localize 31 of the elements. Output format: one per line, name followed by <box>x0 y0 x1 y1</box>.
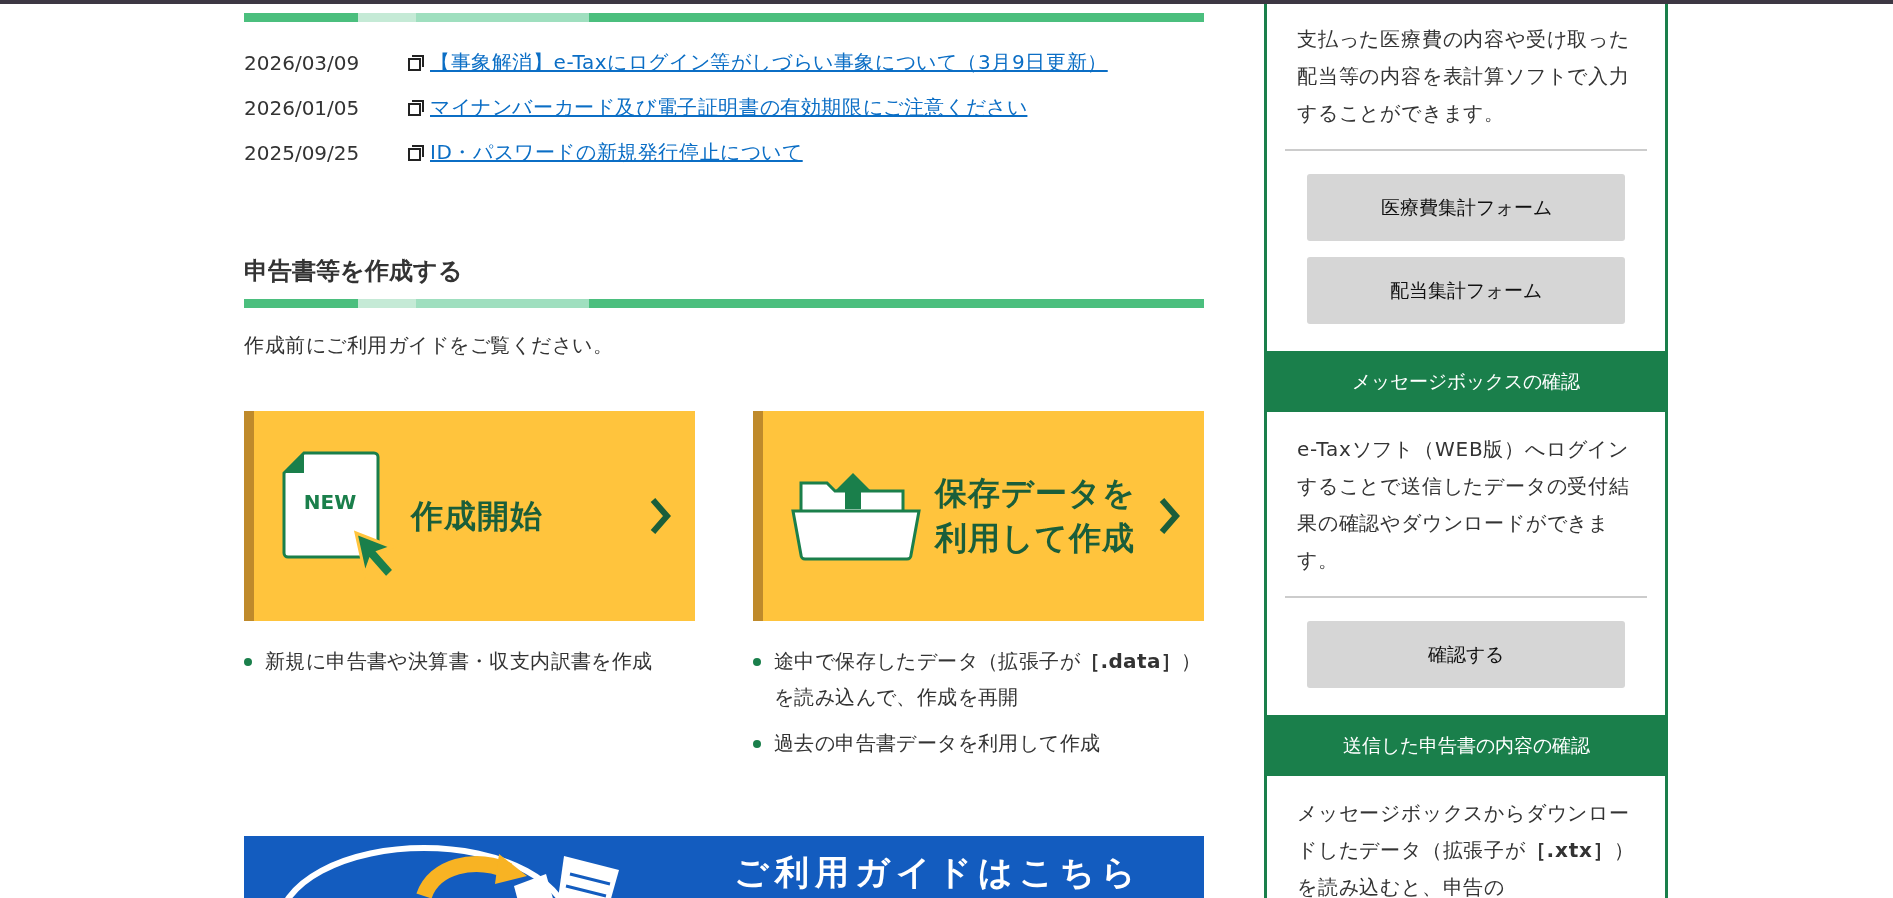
chevron-right-icon <box>1158 497 1180 535</box>
new-window-icon <box>408 54 424 71</box>
news-date: 2026/03/09 <box>244 50 361 75</box>
sidebar-text: 支払った医療費の内容や受け取った配当等の内容を表計算ソフトで入力することができます。 <box>1296 26 1631 127</box>
note-text: 途中で保存したデータ（拡張子が［.data］）を読み込んで、作成を再開 <box>753 643 1204 715</box>
sidebar-button[interactable]: 配当集計フォーム <box>1307 257 1625 324</box>
start-button[interactable]: NEW 作成開始 <box>244 411 695 621</box>
news-date: 2025/09/25 <box>244 140 361 165</box>
news-link[interactable]: 【事象解消】e-Taxにログイン等がしづらい事象について（3月9日更新） <box>430 49 1108 76</box>
folder-upload-icon <box>791 471 921 561</box>
sidebar-text: メッセージボックスからダウンロードしたデータ（拡張子が［.xtx］）を読み込むと、申告の <box>1296 800 1636 898</box>
new-window-icon <box>408 144 424 161</box>
news-link[interactable]: ID・パスワードの新規発行停止について <box>430 139 803 166</box>
sidebar-button[interactable]: 確認する <box>1307 621 1625 688</box>
guide-banner[interactable]: ご利用ガイドはこちら <box>244 836 1204 898</box>
note-text: 新規に申告書や決算書・収支内訳書を作成 <box>244 643 695 679</box>
note-text: 過去の申告書データを利用して作成 <box>753 725 1204 761</box>
intro-text: 作成前にご利用ガイドをご覧ください。 <box>244 332 614 359</box>
sidebar-heading: 送信した申告書の内容の確認 <box>1267 715 1665 776</box>
news-link[interactable]: マイナンバーカード及び電子証明書の有効期限にご注意ください <box>430 94 1028 121</box>
bullet-icon <box>753 658 761 666</box>
section-heading: 申告書等を作成する <box>244 256 464 287</box>
news-date: 2026/01/05 <box>244 95 361 120</box>
sidebar-text: e-Taxソフト（WEB版）へログインすることで送信したデータの受付結果の確認やダウンロードができます。 <box>1296 436 1631 574</box>
sidebar-button[interactable]: 医療費集計フォーム <box>1307 174 1625 241</box>
saved-data-button[interactable]: 保存データを 利用して作成 <box>753 411 1204 621</box>
new-window-icon <box>408 99 424 116</box>
chevron-right-icon <box>649 497 671 535</box>
bullet-icon <box>244 658 252 666</box>
bullet-icon <box>753 740 761 748</box>
sidebar-heading: メッセージボックスの確認 <box>1267 351 1665 412</box>
